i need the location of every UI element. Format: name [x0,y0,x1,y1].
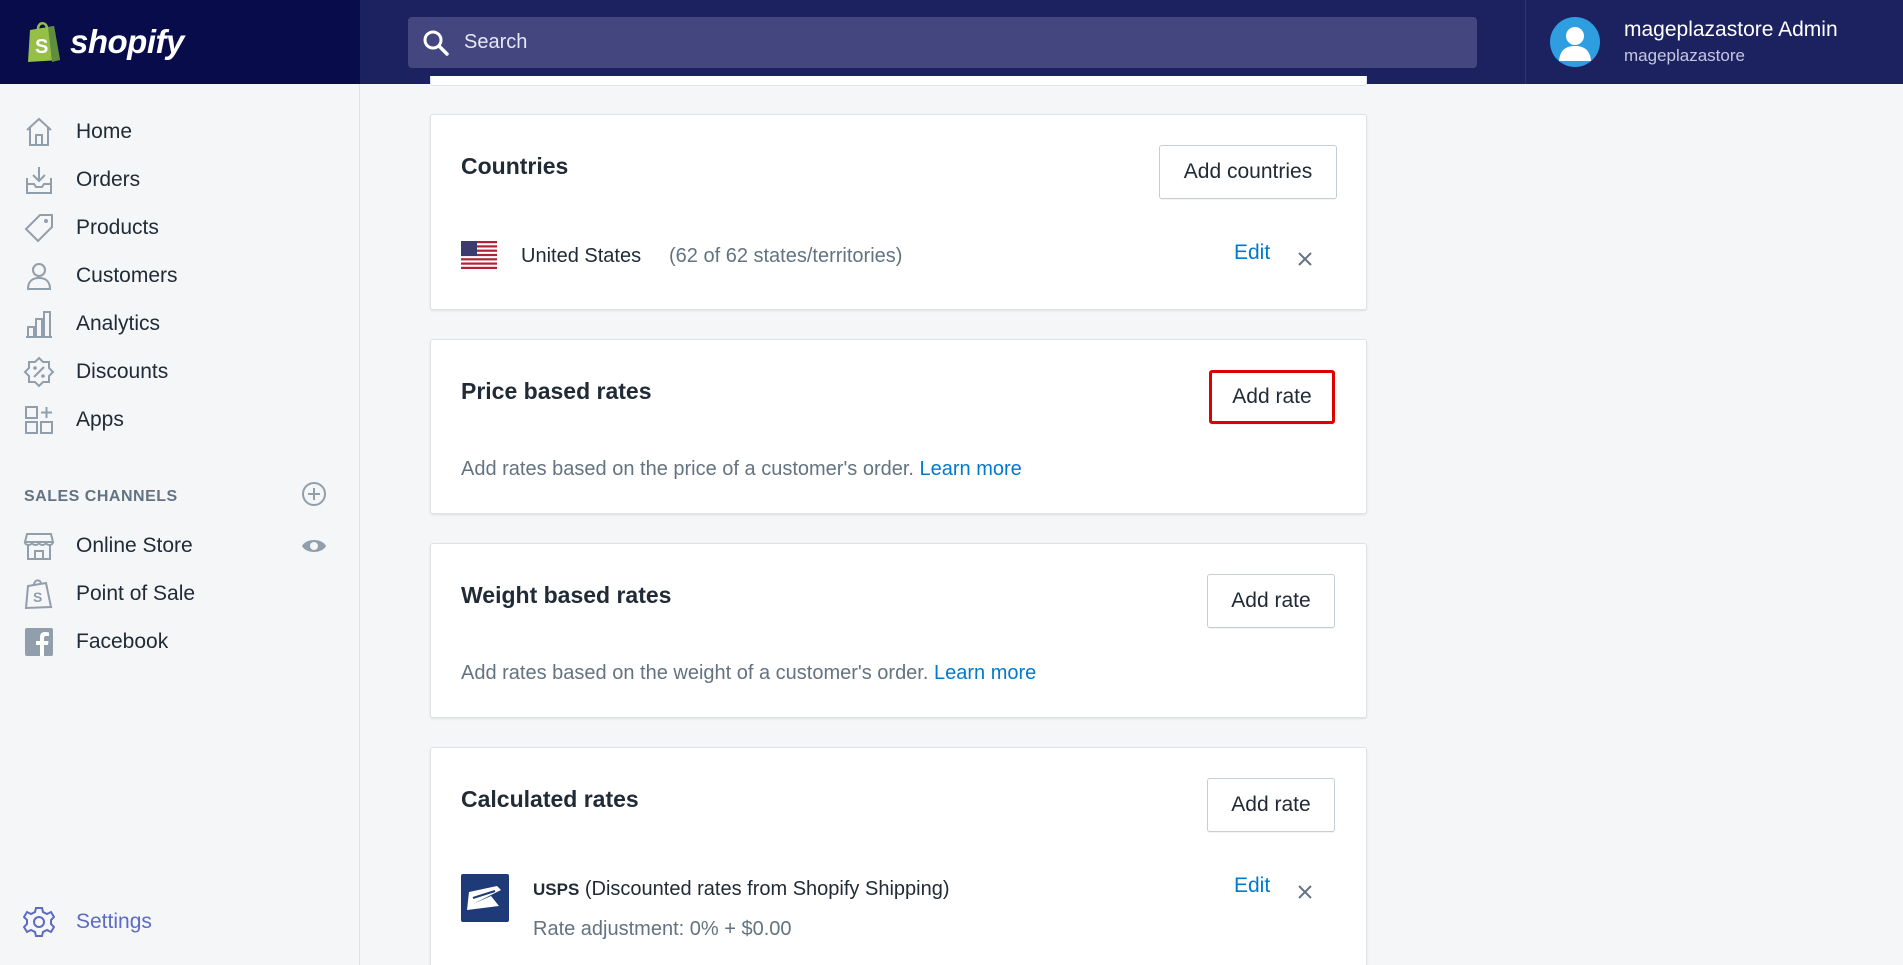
sidebar-item-label: Point of Sale [76,582,196,605]
card-title: Calculated rates [461,786,639,812]
weight-rates-description: Add rates based on the weight of a custo… [461,662,1036,685]
discount-icon [22,355,56,389]
country-detail: (62 of 62 states/territories) [669,245,903,267]
sidebar-item-label: Orders [76,168,141,191]
bar-chart-icon [22,307,56,341]
description-text: Add rates based on the price of a custom… [461,458,914,480]
tag-icon [22,211,56,245]
person-icon [22,259,56,293]
usps-logo [461,874,509,922]
add-countries-button[interactable]: Add countries [1159,145,1337,199]
learn-more-link[interactable]: Learn more [934,662,1036,684]
weight-based-rates-card: Weight based rates Add rate Add rates ba… [430,543,1367,718]
orders-icon [22,163,56,197]
search-input[interactable] [464,31,1364,54]
sidebar-item-label: Analytics [76,312,161,335]
price-based-rates-card: Price based rates Add rate Add rates bas… [430,339,1367,514]
add-weight-rate-button[interactable]: Add rate [1207,574,1335,628]
sidebar-item-label: Apps [76,408,124,431]
previous-card-edge [430,76,1367,86]
user-avatar-icon [1559,27,1591,61]
pos-bag-icon: S [22,577,56,611]
search-icon [423,30,449,56]
carrier-name: USPS [533,880,580,899]
user-menu[interactable]: mageplazastore Admin mageplazastore [1525,0,1903,84]
edit-country-link[interactable]: Edit [1234,241,1270,265]
description-text: Add rates based on the weight of a custo… [461,662,929,684]
sidebar-item-analytics[interactable]: Analytics [22,304,160,344]
brand-name: shopify [70,23,184,60]
sidebar-item-label: Facebook [76,630,169,653]
store-name: mageplazastore [1624,46,1745,65]
sales-channels-heading: SALES CHANNELS [24,488,178,505]
carrier-row: USPS (Discounted rates from Shopify Ship… [533,878,949,901]
sidebar-item-label: Settings [76,910,152,933]
svg-text:S: S [33,589,42,605]
carrier-detail: (Discounted rates from Shopify Shipping) [584,878,950,900]
card-title: Countries [461,153,569,179]
countries-card: Countries Add countries United States (6… [430,114,1367,310]
calculated-rates-card: Calculated rates Add rate USPS (Discount… [430,747,1367,965]
sidebar-item-orders[interactable]: Orders [22,160,140,200]
card-title: Weight based rates [461,582,672,608]
user-name: mageplazastore Admin [1624,18,1838,41]
eye-icon[interactable] [300,532,328,560]
home-icon [22,115,56,149]
country-name: United States [521,245,642,267]
avatar [1550,17,1600,67]
sidebar-item-label: Customers [76,264,178,287]
sidebar-item-label: Products [76,216,159,239]
sidebar-item-apps[interactable]: Apps [22,400,124,440]
learn-more-link[interactable]: Learn more [920,458,1022,480]
sidebar-item-label: Online Store [76,534,193,557]
close-icon[interactable] [1295,249,1315,269]
logo[interactable]: S shopify [0,0,360,84]
svg-text:S: S [35,36,48,58]
top-bar: S shopify mageplazastore Admin mageplaza… [0,0,1903,84]
card-title: Price based rates [461,378,652,404]
rate-adjustment: Rate adjustment: 0% + $0.00 [533,918,792,940]
sidebar-item-label: Home [76,120,133,143]
edit-carrier-link[interactable]: Edit [1234,874,1270,898]
sidebar-item-settings[interactable]: Settings [22,902,152,942]
store-icon [22,529,56,563]
sidebar-item-discounts[interactable]: Discounts [22,352,168,392]
sidebar-item-products[interactable]: Products [22,208,159,248]
apps-icon [22,403,56,437]
sidebar: Home Orders Products Customers Analytics… [0,84,360,965]
sidebar-item-point-of-sale[interactable]: S Point of Sale [22,574,195,614]
facebook-icon [22,625,56,659]
shopify-bag-icon: S [28,22,60,62]
add-channel-icon[interactable] [300,480,328,508]
price-rates-description: Add rates based on the price of a custom… [461,458,1022,481]
search-bar[interactable] [408,17,1477,68]
sidebar-item-customers[interactable]: Customers [22,256,178,296]
gear-icon [22,905,56,939]
sidebar-item-home[interactable]: Home [22,112,132,152]
us-flag-icon [461,241,497,269]
add-price-rate-button[interactable]: Add rate [1209,370,1335,424]
add-calculated-rate-button[interactable]: Add rate [1207,778,1335,832]
close-icon[interactable] [1295,882,1315,902]
sidebar-item-label: Discounts [76,360,169,383]
sidebar-item-facebook[interactable]: Facebook [22,622,168,662]
sidebar-item-online-store[interactable]: Online Store [22,526,193,566]
